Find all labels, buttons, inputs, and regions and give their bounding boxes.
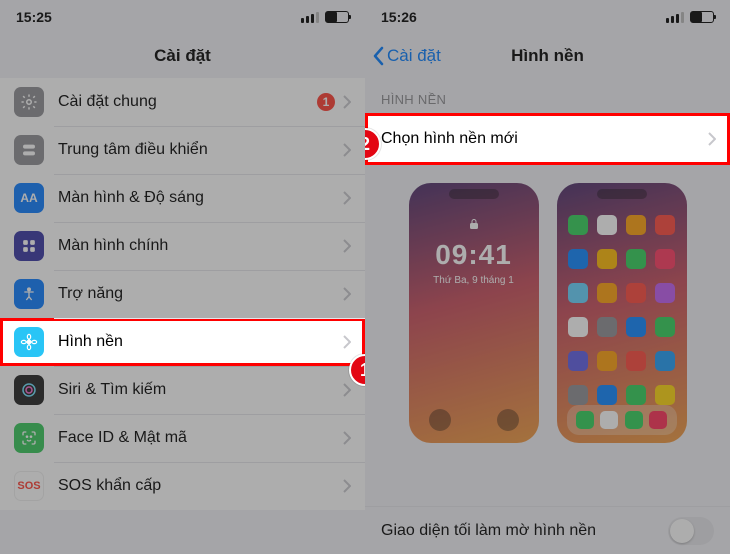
status-time: 15:26 — [381, 9, 417, 25]
wallpaper-pane: 15:26 Cài đặt Hình nền HÌNH NỀN Chọn hìn… — [365, 0, 730, 554]
switches-icon — [14, 135, 44, 165]
lock-date: Thứ Ba, 9 tháng 1 — [409, 275, 539, 286]
settings-list: Cài đặt chung 1 Trung tâm điều khiển AA … — [0, 78, 365, 510]
row-general[interactable]: Cài đặt chung 1 — [0, 78, 365, 126]
row-label: Trung tâm điều khiển — [58, 141, 343, 159]
chevron-right-icon — [343, 287, 365, 301]
safari-app-icon — [600, 411, 618, 429]
notification-badge: 1 — [317, 93, 335, 111]
flashlight-icon — [429, 409, 451, 431]
grid-icon — [14, 231, 44, 261]
section-header: HÌNH NỀN — [365, 78, 730, 113]
navbar: Cài đặt — [0, 34, 365, 78]
messages-app-icon — [625, 411, 643, 429]
chevron-right-icon — [343, 95, 365, 109]
settings-pane: 15:25 Cài đặt Cài đặt chung 1 — [0, 0, 365, 554]
signal-icon — [301, 12, 319, 23]
battery-icon — [325, 11, 349, 23]
music-app-icon — [649, 411, 667, 429]
row-choose-wallpaper[interactable]: Chọn hình nền mới — [365, 113, 730, 165]
signal-icon — [666, 12, 684, 23]
lock-icon — [468, 217, 480, 234]
app-grid — [567, 211, 677, 397]
lock-clock: 09:41 — [409, 239, 539, 271]
row-accessibility[interactable]: Trợ năng — [0, 270, 365, 318]
chevron-right-icon — [343, 479, 365, 493]
page-title: Cài đặt — [154, 46, 211, 66]
chevron-right-icon — [343, 191, 365, 205]
row-sos[interactable]: SOS SOS khẩn cấp — [0, 462, 365, 510]
flower-icon — [14, 327, 44, 357]
sos-icon: SOS — [14, 471, 44, 501]
chevron-right-icon — [708, 132, 730, 146]
chevron-right-icon — [343, 239, 365, 253]
phone-app-icon — [576, 411, 594, 429]
home-screen-preview[interactable] — [557, 183, 687, 443]
faceid-icon — [14, 423, 44, 453]
row-label: Face ID & Mật mã — [58, 429, 343, 447]
text-size-icon: AA — [14, 183, 44, 213]
back-label: Cài đặt — [387, 46, 441, 66]
wallpaper-preview: 09:41 Thứ Ba, 9 tháng 1 — [365, 165, 730, 461]
toggle-label: Giao diện tối làm mờ hình nền — [381, 522, 596, 540]
row-label: SOS khẩn cấp — [58, 477, 343, 495]
chevron-right-icon — [343, 143, 365, 157]
row-display[interactable]: AA Màn hình & Độ sáng — [0, 174, 365, 222]
toggle-switch[interactable] — [668, 517, 714, 545]
accessibility-icon — [14, 279, 44, 309]
row-label: Hình nền — [58, 333, 343, 351]
row-siri[interactable]: Siri & Tìm kiếm — [0, 366, 365, 414]
status-bar: 15:26 — [365, 0, 730, 34]
camera-icon — [497, 409, 519, 431]
chevron-right-icon — [343, 431, 365, 445]
row-label: Màn hình chính — [58, 237, 343, 255]
dark-dim-toggle-row[interactable]: Giao diện tối làm mờ hình nền — [365, 506, 730, 554]
row-label: Chọn hình nền mới — [381, 130, 708, 148]
lock-screen-preview[interactable]: 09:41 Thứ Ba, 9 tháng 1 — [409, 183, 539, 443]
gear-icon — [14, 87, 44, 117]
battery-icon — [690, 11, 714, 23]
row-home-screen[interactable]: Màn hình chính — [0, 222, 365, 270]
row-wallpaper[interactable]: Hình nền — [0, 318, 365, 366]
row-label: Cài đặt chung — [58, 93, 317, 111]
back-button[interactable]: Cài đặt — [373, 46, 441, 66]
status-bar: 15:25 — [0, 0, 365, 34]
siri-icon — [14, 375, 44, 405]
chevron-right-icon — [343, 335, 365, 349]
row-control-center[interactable]: Trung tâm điều khiển — [0, 126, 365, 174]
navbar: Cài đặt Hình nền — [365, 34, 730, 78]
row-faceid[interactable]: Face ID & Mật mã — [0, 414, 365, 462]
page-title: Hình nền — [511, 46, 584, 66]
status-time: 15:25 — [16, 9, 52, 25]
row-label: Siri & Tìm kiếm — [58, 381, 343, 399]
row-label: Màn hình & Độ sáng — [58, 189, 343, 207]
row-label: Trợ năng — [58, 285, 343, 303]
